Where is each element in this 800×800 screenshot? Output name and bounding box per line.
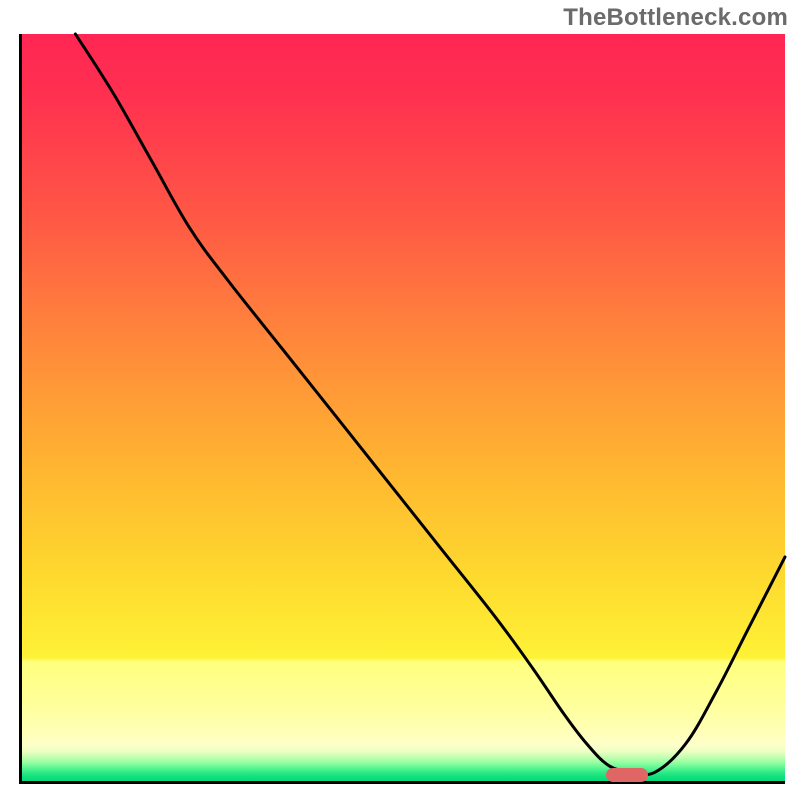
curve-layer xyxy=(22,34,785,781)
plot-frame xyxy=(19,34,785,784)
bottleneck-curve xyxy=(75,34,785,775)
chart-canvas: TheBottleneck.com xyxy=(0,0,800,800)
watermark-text: TheBottleneck.com xyxy=(563,4,788,32)
optimal-marker xyxy=(606,768,648,782)
